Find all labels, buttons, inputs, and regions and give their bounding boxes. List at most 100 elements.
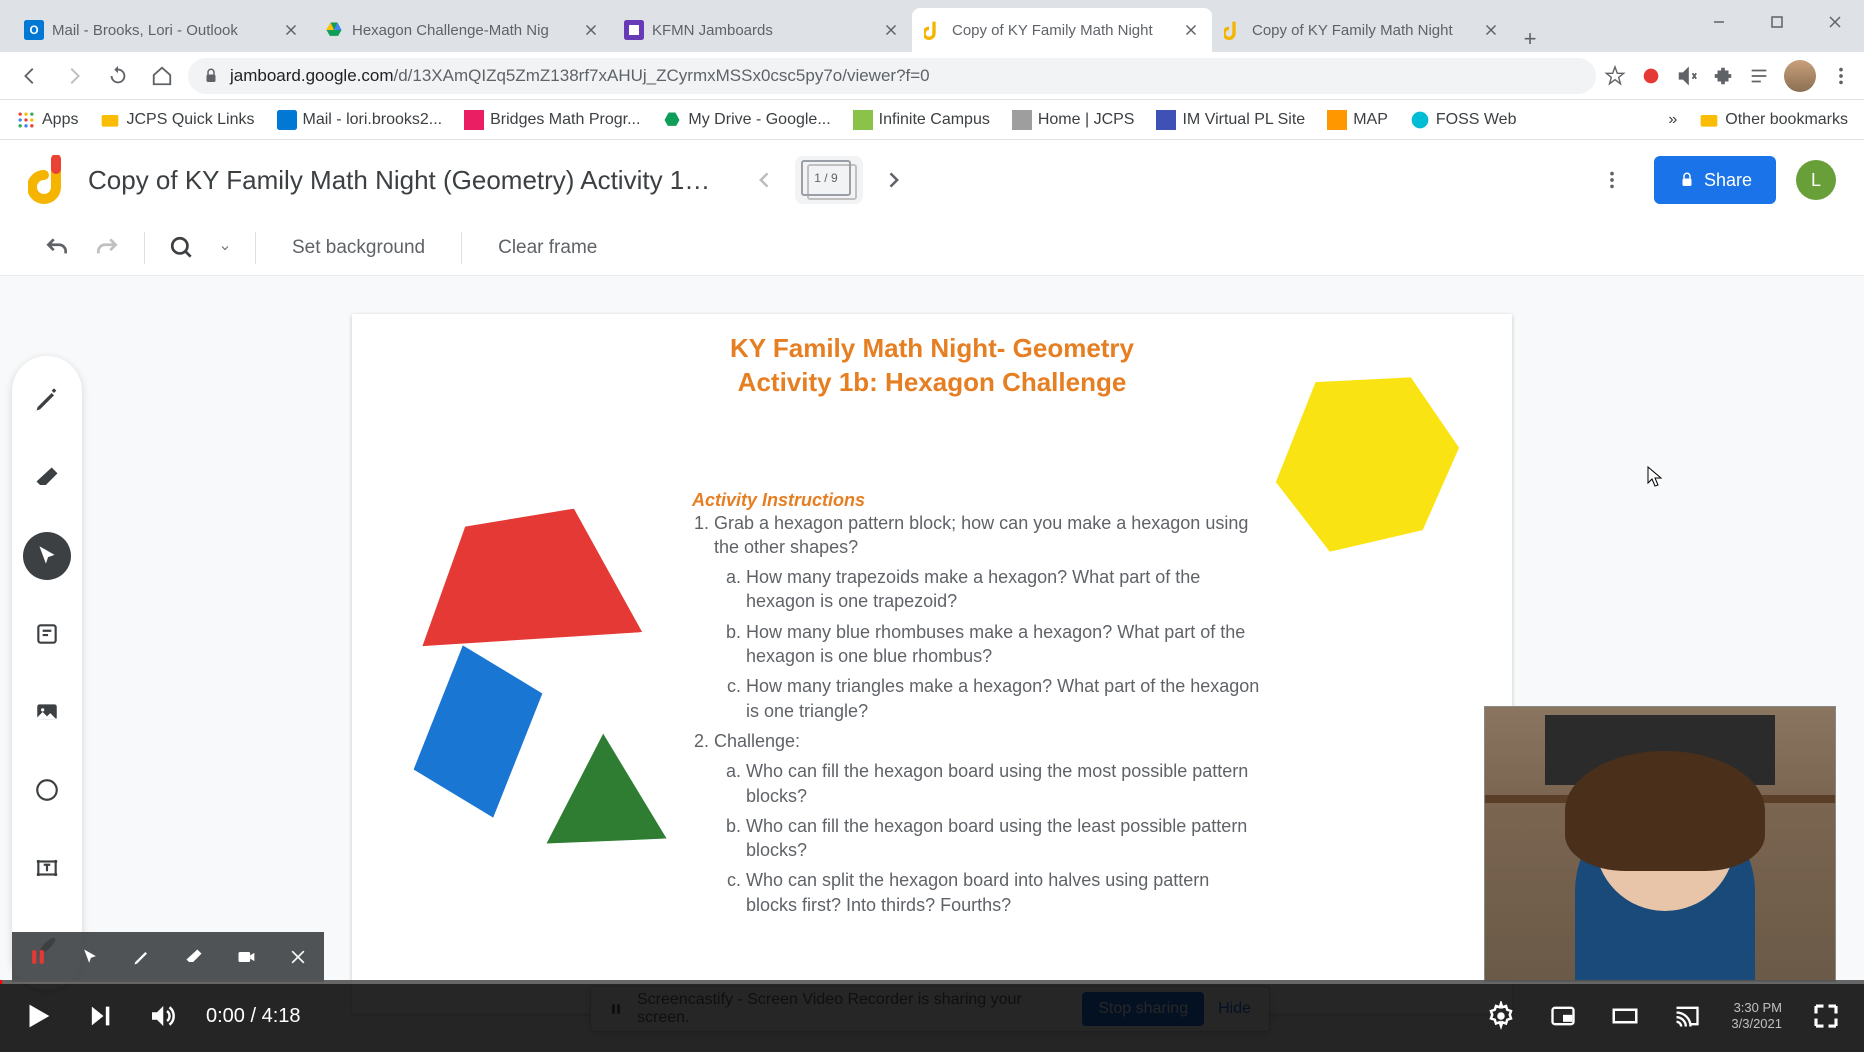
tab-title: Copy of KY Family Math Night <box>952 22 1174 39</box>
fullscreen-button[interactable] <box>1808 998 1844 1034</box>
bookmark-map[interactable]: MAP <box>1327 110 1388 130</box>
undo-button[interactable] <box>44 235 70 261</box>
profile-avatar[interactable] <box>1784 60 1816 92</box>
close-icon[interactable] <box>1182 21 1200 39</box>
site-icon <box>1327 110 1347 130</box>
volume-button[interactable] <box>144 998 180 1034</box>
address-bar: jamboard.google.com/d/13XAmQIZq5ZmZ138rf… <box>0 52 1864 100</box>
rhombus-shape[interactable] <box>394 633 562 830</box>
shape-tool[interactable] <box>23 766 71 814</box>
select-tool[interactable] <box>23 532 71 580</box>
pen-tool[interactable] <box>23 376 71 424</box>
pen-annotate[interactable] <box>130 945 154 969</box>
extension-icon[interactable] <box>1640 65 1662 87</box>
pause-recording-button[interactable] <box>26 945 50 969</box>
reading-list-icon[interactable] <box>1748 65 1770 87</box>
bookmark-drive[interactable]: My Drive - Google... <box>662 110 830 130</box>
triangle-shape[interactable] <box>537 729 666 849</box>
image-tool[interactable] <box>23 688 71 736</box>
jamboard-logo-icon[interactable] <box>28 155 68 205</box>
prev-frame-button[interactable] <box>743 158 787 202</box>
sticky-note-tool[interactable] <box>23 610 71 658</box>
next-button[interactable] <box>82 998 118 1034</box>
eraser-annotate[interactable] <box>182 945 206 969</box>
user-avatar[interactable]: L <box>1796 160 1836 200</box>
more-options-button[interactable] <box>1590 158 1634 202</box>
tab-title: Copy of KY Family Math Night <box>1252 22 1474 39</box>
close-icon[interactable] <box>282 21 300 39</box>
zoom-dropdown[interactable] <box>219 242 231 254</box>
cursor-tool[interactable] <box>78 945 102 969</box>
frame-indicator[interactable]: 1 / 9 <box>795 156 863 204</box>
close-icon[interactable] <box>582 21 600 39</box>
bookmark-apps[interactable]: Apps <box>16 110 78 130</box>
bookmark-home-jcps[interactable]: Home | JCPS <box>1012 110 1135 130</box>
mute-icon[interactable] <box>1676 65 1698 87</box>
tab-title: Hexagon Challenge-Math Nig <box>352 22 574 39</box>
webcam-toggle[interactable] <box>234 945 258 969</box>
tab-jamboard-2[interactable]: Copy of KY Family Math Night <box>1212 8 1512 52</box>
tab-jamboard-1[interactable]: Copy of KY Family Math Night <box>912 8 1212 52</box>
close-toolbar[interactable] <box>286 945 310 969</box>
jamboard-frame[interactable]: KY Family Math Night- Geometry Activity … <box>352 314 1512 1014</box>
cast-button[interactable] <box>1669 998 1705 1034</box>
document-title[interactable]: Copy of KY Family Math Night (Geometry) … <box>88 165 723 196</box>
play-button[interactable] <box>20 998 56 1034</box>
settings-button[interactable] <box>1483 998 1519 1034</box>
text-box-tool[interactable] <box>23 844 71 892</box>
miniplayer-button[interactable] <box>1545 998 1581 1034</box>
zoom-button[interactable] <box>169 235 195 261</box>
forward-button[interactable] <box>56 58 92 94</box>
lock-icon <box>1678 171 1696 189</box>
close-button[interactable] <box>1806 0 1864 44</box>
next-frame-button[interactable] <box>871 158 915 202</box>
gdrive-icon <box>662 110 682 130</box>
redo-button[interactable] <box>94 235 120 261</box>
close-icon[interactable] <box>1482 21 1500 39</box>
bookmark-jcps[interactable]: JCPS Quick Links <box>100 110 254 130</box>
outlook-icon <box>277 110 297 130</box>
share-button[interactable]: Share <box>1654 156 1776 204</box>
site-icon <box>464 110 484 130</box>
trapezoid-shape[interactable] <box>410 503 642 655</box>
maximize-button[interactable] <box>1748 0 1806 44</box>
extensions-icon[interactable] <box>1712 65 1734 87</box>
mouse-cursor-icon <box>1647 466 1663 488</box>
tab-kfmn[interactable]: KFMN Jamboards <box>612 8 912 52</box>
video-time: 0:00 / 4:18 <box>206 1005 301 1028</box>
tab-title: KFMN Jamboards <box>652 22 874 39</box>
webcam-overlay[interactable] <box>1484 706 1836 982</box>
site-icon <box>1012 110 1032 130</box>
home-button[interactable] <box>144 58 180 94</box>
bookmark-foss[interactable]: FOSS Web <box>1410 110 1517 130</box>
bookmark-infinite-campus[interactable]: Infinite Campus <box>853 110 990 130</box>
site-icon <box>1156 110 1176 130</box>
lock-icon <box>202 67 220 85</box>
url-input[interactable]: jamboard.google.com/d/13XAmQIZq5ZmZ138rf… <box>188 58 1596 94</box>
url-domain: jamboard.google.com <box>230 66 393 85</box>
reload-button[interactable] <box>100 58 136 94</box>
tab-hexagon-challenge[interactable]: Hexagon Challenge-Math Nig <box>312 8 612 52</box>
clear-frame-button[interactable]: Clear frame <box>486 237 609 259</box>
progress-bar[interactable] <box>0 980 1864 984</box>
svg-text:O: O <box>29 24 38 37</box>
bookmarks-bar: Apps JCPS Quick Links Mail - lori.brooks… <box>0 100 1864 140</box>
close-icon[interactable] <box>882 21 900 39</box>
bookmark-mail[interactable]: Mail - lori.brooks2... <box>277 110 443 130</box>
minimize-button[interactable] <box>1690 0 1748 44</box>
new-tab-button[interactable]: + <box>1512 26 1548 52</box>
bookmark-bridges[interactable]: Bridges Math Progr... <box>464 110 640 130</box>
theater-button[interactable] <box>1607 998 1643 1034</box>
bookmark-im-virtual[interactable]: IM Virtual PL Site <box>1156 110 1305 130</box>
back-button[interactable] <box>12 58 48 94</box>
recording-toolbar <box>12 932 324 982</box>
star-icon[interactable] <box>1604 65 1626 87</box>
site-icon <box>853 110 873 130</box>
eraser-tool[interactable] <box>23 454 71 502</box>
set-background-button[interactable]: Set background <box>280 237 437 259</box>
menu-icon[interactable] <box>1830 65 1852 87</box>
bookmarks-overflow[interactable]: » <box>1668 111 1677 129</box>
other-bookmarks[interactable]: Other bookmarks <box>1699 110 1848 130</box>
tab-outlook[interactable]: O Mail - Brooks, Lori - Outlook <box>12 8 312 52</box>
window-controls <box>1690 0 1864 44</box>
